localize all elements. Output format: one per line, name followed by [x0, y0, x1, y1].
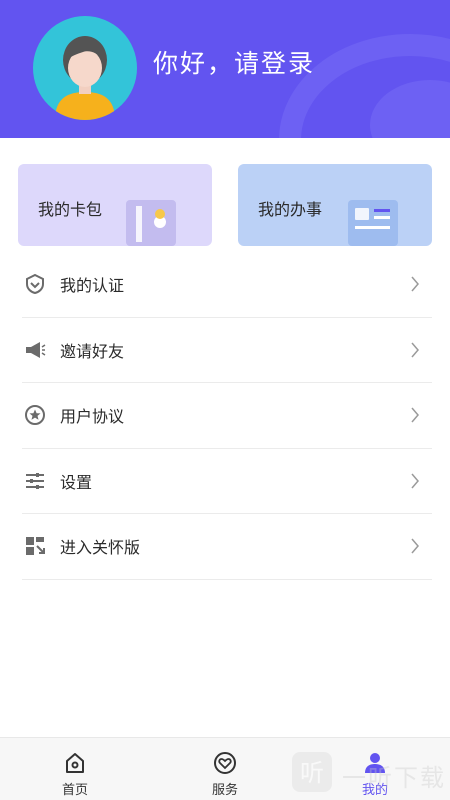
profile-header: 你好，请登录 [0, 0, 450, 138]
affairs-document-icon [348, 200, 398, 246]
heart-service-icon [214, 752, 236, 774]
scan-expand-icon [26, 537, 45, 556]
my-wallet-label: 我的卡包 [38, 200, 103, 219]
tab-services[interactable]: 服务 [175, 738, 275, 800]
menu-item-invite-friends[interactable]: 邀请好友 [22, 318, 432, 383]
my-affairs-card[interactable]: 我的办事 [238, 164, 432, 246]
menu-item-label: 进入关怀版 [60, 538, 141, 558]
menu-item-my-certification[interactable]: 我的认证 [22, 252, 432, 318]
avatar[interactable] [33, 16, 137, 120]
chevron-right-icon [411, 538, 419, 554]
chevron-right-icon [411, 342, 419, 358]
chevron-right-icon [411, 276, 419, 292]
default-avatar-icon [55, 36, 115, 120]
menu-item-label: 设置 [60, 472, 93, 492]
sliders-icon [26, 472, 44, 489]
bottom-tab-bar: 首页 服务 我的 [0, 737, 450, 800]
login-greeting[interactable]: 你好，请登录 [153, 44, 315, 80]
star-badge-icon [25, 405, 45, 426]
user-icon [365, 753, 385, 773]
tab-home-label: 首页 [61, 783, 88, 798]
chevron-right-icon [411, 473, 419, 489]
my-affairs-label: 我的办事 [258, 200, 323, 219]
my-wallet-card[interactable]: 我的卡包 [18, 164, 212, 246]
menu-item-label: 我的认证 [60, 276, 125, 296]
home-icon [66, 753, 84, 773]
tab-services-label: 服务 [211, 783, 238, 798]
menu-list: 我的认证 邀请好友 用户协议 设置 进入关怀版 [22, 252, 432, 580]
menu-item-care-mode[interactable]: 进入关怀版 [22, 514, 432, 580]
chevron-right-icon [411, 407, 419, 423]
wallet-card-icon [126, 200, 176, 246]
menu-item-settings[interactable]: 设置 [22, 449, 432, 514]
menu-item-label: 用户协议 [60, 407, 125, 427]
verified-shield-icon [26, 274, 44, 295]
tab-mine-label: 我的 [361, 783, 388, 798]
menu-item-user-agreement[interactable]: 用户协议 [22, 383, 432, 449]
tab-home[interactable]: 首页 [25, 738, 125, 800]
megaphone-icon [26, 341, 46, 358]
tab-mine[interactable]: 我的 [325, 738, 425, 800]
menu-item-label: 邀请好友 [60, 341, 125, 361]
